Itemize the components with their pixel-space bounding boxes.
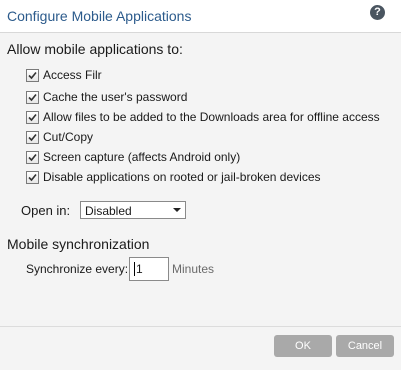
chevron-down-icon [173, 208, 181, 212]
configure-mobile-dialog: Configure Mobile Applications ? Allow mo… [0, 0, 401, 370]
sync-interval-value: 1 [136, 262, 143, 276]
text-caret [134, 262, 135, 276]
cache-password-checkbox[interactable] [26, 90, 39, 104]
cut-copy-checkbox[interactable] [26, 130, 39, 144]
option-label: Cut/Copy [43, 130, 94, 144]
option-label: Screen capture (affects Android only) [43, 150, 241, 164]
sync-section-heading: Mobile synchronization [7, 236, 150, 252]
allow-section-heading: Allow mobile applications to: [7, 41, 183, 57]
option-screen-capture[interactable]: Screen capture (affects Android only) [26, 149, 240, 165]
checkmark-icon [28, 93, 37, 101]
minutes-unit-label: Minutes [172, 262, 215, 276]
option-label: Allow files to be added to the Downloads… [43, 110, 380, 124]
option-cut-copy[interactable]: Cut/Copy [26, 129, 93, 145]
access-filr-checkbox[interactable] [26, 68, 39, 82]
cancel-button[interactable]: Cancel [336, 335, 394, 357]
downloads-offline-checkbox[interactable] [26, 110, 39, 124]
option-label: Disable applications on rooted or jail-b… [43, 170, 321, 184]
open-in-selected-value: Disabled [85, 204, 132, 218]
checkmark-icon [28, 173, 37, 181]
help-icon[interactable]: ? [370, 5, 385, 20]
disable-rooted-checkbox[interactable] [26, 170, 39, 184]
dialog-title: Configure Mobile Applications [7, 8, 192, 24]
option-access-filr[interactable]: Access Filr [26, 67, 102, 83]
screen-capture-checkbox[interactable] [26, 150, 39, 164]
checkmark-icon [28, 113, 37, 121]
dialog-header: Configure Mobile Applications ? [0, 0, 401, 33]
option-disable-rooted[interactable]: Disable applications on rooted or jail-b… [26, 169, 321, 185]
open-in-label: Open in: [21, 203, 71, 218]
sync-interval-label: Synchronize every: [26, 262, 129, 276]
option-label: Access Filr [43, 68, 102, 82]
checkmark-icon [28, 133, 37, 141]
option-cache-password[interactable]: Cache the user's password [26, 89, 187, 105]
checkmark-icon [28, 71, 37, 79]
ok-button[interactable]: OK [274, 335, 332, 357]
sync-interval-input[interactable]: 1 [129, 257, 169, 281]
open-in-select[interactable]: Disabled [80, 201, 186, 219]
option-downloads-offline[interactable]: Allow files to be added to the Downloads… [26, 109, 380, 125]
checkmark-icon [28, 153, 37, 161]
option-label: Cache the user's password [43, 90, 188, 104]
